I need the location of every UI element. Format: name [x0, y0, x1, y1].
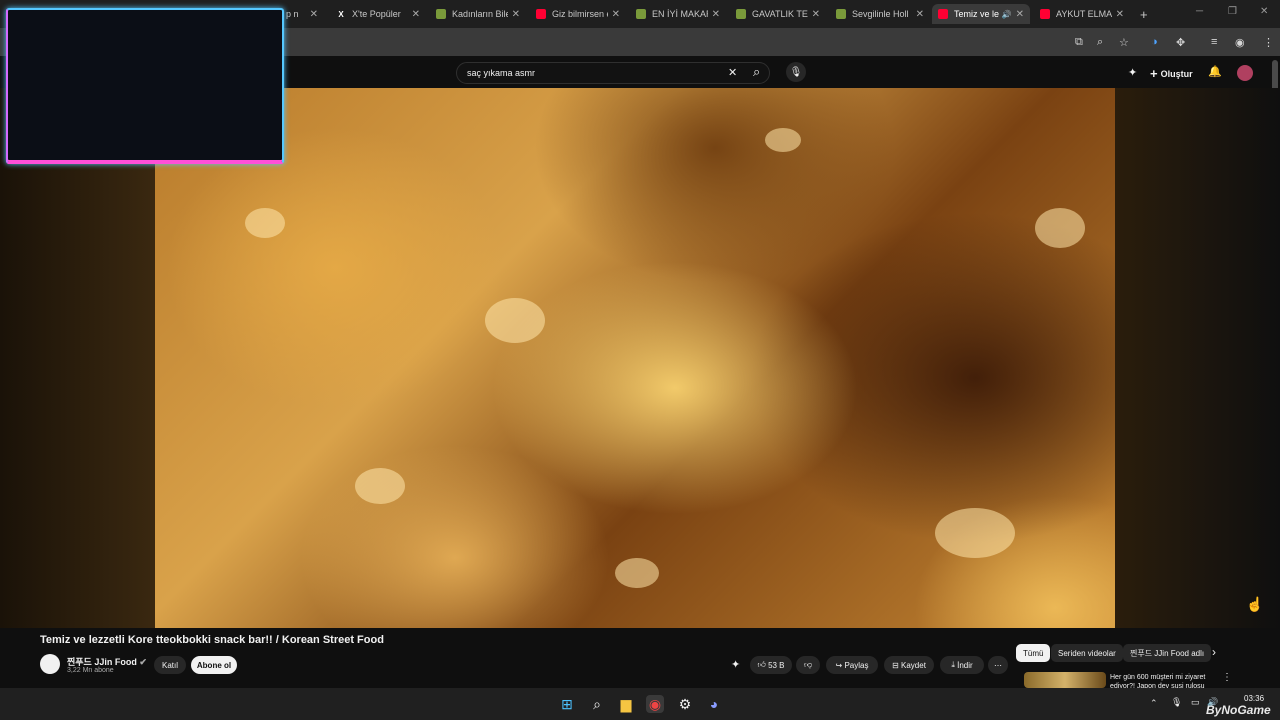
microphone-icon[interactable]: 🎙	[1171, 697, 1182, 708]
taskbar-clock[interactable]: 03:36	[1244, 694, 1264, 703]
tab-7[interactable]: Temiz ve le 🔊 ✕	[932, 4, 1030, 24]
frying-bubble	[935, 508, 1015, 558]
webcam-overlay-frame	[6, 8, 284, 164]
thumbs-up-icon: 👍︎	[757, 660, 766, 669]
windows-start-icon[interactable]: ⊞	[558, 695, 576, 713]
zoom-icon[interactable]: ⌕	[1097, 36, 1103, 49]
subscriber-count: 3,22 Mn abone	[67, 667, 114, 674]
new-tab-button[interactable]: +	[1134, 4, 1154, 24]
app-icon[interactable]: ⚙	[676, 695, 694, 713]
thumbs-down-icon: 👎︎	[803, 660, 813, 669]
tab-8[interactable]: AYKUT ELMAS✕	[1034, 4, 1130, 24]
ambient-glow-left	[0, 88, 155, 628]
download-icon: ⤓	[951, 660, 955, 669]
youtube-icon	[1040, 9, 1050, 19]
chip-channel[interactable]: 찐푸드 JJin Food adlı	[1123, 644, 1212, 662]
bookmark-icon: ⊟	[892, 660, 899, 670]
create-button[interactable]: + Oluştur	[1150, 66, 1193, 81]
minimize-icon[interactable]: ─	[1196, 6, 1203, 17]
frying-bubble	[765, 128, 801, 152]
speaker-icon[interactable]: 🔊	[1002, 10, 1012, 19]
close-tab-icon[interactable]: ✕	[512, 9, 520, 20]
cast-icon[interactable]: ⧉	[1075, 36, 1083, 49]
search-icon[interactable]: ⌕	[753, 64, 760, 80]
close-tab-icon[interactable]: ✕	[612, 9, 620, 20]
verified-icon: ✔	[139, 657, 147, 667]
tab-4[interactable]: EN İYİ MAKAR ✕	[630, 4, 726, 24]
site-icon	[636, 9, 646, 19]
close-window-icon[interactable]: ✕	[1260, 6, 1268, 17]
frying-bubble	[485, 298, 545, 343]
media-icon[interactable]: ≡	[1211, 36, 1217, 48]
file-explorer-icon[interactable]: ▆	[617, 695, 635, 713]
puzzle-icon[interactable]: ✥	[1176, 36, 1185, 49]
youtube-icon	[536, 9, 546, 19]
close-tab-icon[interactable]: ✕	[412, 9, 420, 20]
download-button[interactable]: ⤓ İndir	[940, 656, 984, 674]
close-tab-icon[interactable]: ✕	[310, 9, 318, 20]
gemini-icon[interactable]: ✦	[731, 658, 740, 671]
frying-bubble	[355, 468, 405, 504]
video-title: Temiz ve lezzetli Kore tteokbokki snack …	[40, 634, 384, 646]
like-button[interactable]: 👍︎ 53 B	[750, 656, 792, 674]
discord-icon[interactable]: ◕	[705, 695, 723, 713]
tab-3[interactable]: Giz bilmirsen e ✕	[530, 4, 626, 24]
clear-search-icon[interactable]: ✕	[728, 66, 737, 79]
tab-6[interactable]: Sevgilinle Holl ✕	[830, 4, 930, 24]
site-icon	[736, 9, 746, 19]
close-tab-icon[interactable]: ✕	[712, 9, 720, 20]
close-tab-icon[interactable]: ✕	[916, 9, 924, 20]
ambient-glow-right	[1115, 88, 1280, 628]
close-tab-icon[interactable]: ✕	[1116, 9, 1124, 20]
chrome-icon[interactable]: ◉	[646, 695, 664, 713]
hand-cursor-icon: ☝	[1246, 596, 1264, 612]
frying-bubble	[1035, 208, 1085, 248]
gemini-icon[interactable]: ✦	[1128, 66, 1137, 79]
x-icon: X	[338, 9, 344, 19]
watermark: ByNoGame	[1206, 703, 1271, 717]
save-button[interactable]: ⊟ Kaydet	[884, 656, 934, 674]
site-icon	[836, 9, 846, 19]
star-icon[interactable]: ☆	[1119, 36, 1129, 49]
menu-icon[interactable]: ⋮	[1263, 36, 1274, 49]
chevron-up-icon[interactable]: ⌃	[1150, 698, 1158, 709]
site-icon	[436, 9, 446, 19]
search-input[interactable]: saç yıkama asmr	[456, 62, 770, 84]
tab-5[interactable]: GAVATLIK TEST✕	[730, 4, 826, 24]
search-icon[interactable]: ⌕	[588, 695, 606, 713]
youtube-icon	[938, 9, 948, 19]
chip-series[interactable]: Seriden videolar	[1051, 644, 1123, 662]
more-icon: ⋯	[994, 660, 1002, 670]
tab-2[interactable]: Kadınların Bile ✕	[430, 4, 526, 24]
subscribe-button[interactable]: Abone ol	[191, 656, 237, 674]
tab-0[interactable]: p n ✕	[280, 4, 324, 24]
taskbar	[0, 688, 1280, 720]
more-actions-button[interactable]: ⋯	[988, 656, 1008, 674]
extension-icon[interactable]: ◑	[1151, 36, 1158, 48]
display-icon[interactable]: ▭	[1191, 697, 1200, 708]
chevron-right-icon[interactable]: ›	[1212, 645, 1216, 659]
plus-icon: +	[1150, 66, 1158, 81]
profile-icon[interactable]: ◉	[1235, 36, 1245, 49]
dislike-button[interactable]: 👎︎	[796, 656, 820, 674]
close-tab-icon[interactable]: ✕	[812, 9, 820, 20]
more-icon[interactable]: ⋮	[1222, 672, 1232, 683]
chip-all[interactable]: Tümü	[1016, 644, 1051, 662]
join-button[interactable]: Katıl	[154, 656, 186, 674]
maximize-icon[interactable]: ❐	[1228, 6, 1237, 17]
tab-1[interactable]: X X'te Popüler ✕	[330, 4, 426, 24]
frying-bubble	[245, 208, 285, 238]
frying-bubble	[615, 558, 659, 588]
notifications-icon[interactable]: 🔔	[1208, 65, 1222, 78]
recommendation-title[interactable]: Her gün 600 müşteri mi ziyaret ediyor?! …	[1110, 673, 1220, 688]
avatar[interactable]	[1237, 65, 1253, 81]
recommendation-thumbnail[interactable]	[1024, 672, 1106, 688]
microphone-icon[interactable]: 🎙	[786, 62, 806, 82]
video-player[interactable]	[155, 88, 1115, 628]
share-icon: ↪	[835, 660, 843, 670]
close-tab-icon[interactable]: ✕	[1016, 9, 1024, 20]
share-button[interactable]: ↪ Paylaş	[826, 656, 878, 674]
channel-avatar[interactable]	[40, 654, 60, 674]
